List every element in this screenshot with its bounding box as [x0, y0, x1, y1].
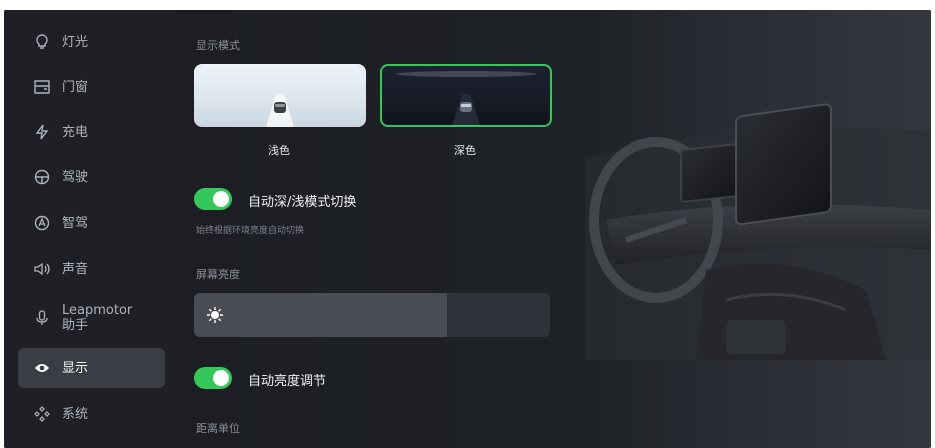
settings-window: 灯光 门窗 充电 驾驶 智驾 声音 Leapmotor 助手 显示 系统 显示模…: [4, 10, 931, 448]
toggle-knob: [213, 370, 229, 386]
sidebar-item-label: 系统: [62, 406, 89, 422]
display-settings-panel: 显示模式 浅色 深色 自动深/浅模式切换 始终根据环境亮度自动切换 屏幕亮度 自…: [176, 10, 931, 448]
brightness-slider[interactable]: [194, 293, 550, 337]
sidebar-item-label: 灯光: [62, 34, 89, 50]
sidebar-item-charging[interactable]: 充电: [18, 112, 165, 152]
display-mode-title: 显示模式: [196, 39, 240, 52]
system-icon: [32, 404, 52, 424]
sidebar-item-label: Leapmotor 助手: [62, 303, 132, 333]
dark-mode-card[interactable]: [380, 64, 552, 127]
dark-mode-preview: [396, 71, 536, 125]
sidebar-item-display[interactable]: 显示: [18, 348, 165, 388]
auto-mode-label: 自动深/浅模式切换: [248, 195, 357, 210]
lightning-icon: [32, 122, 52, 142]
brightness-slider-fill: [194, 293, 447, 337]
dark-mode-label: 深色: [454, 144, 476, 157]
light-mode-preview: [266, 94, 294, 127]
sidebar-item-label: 充电: [62, 124, 89, 140]
sidebar-item-smart-drive[interactable]: 智驾: [18, 203, 165, 243]
speaker-icon: [32, 259, 52, 279]
sidebar-item-driving[interactable]: 驾驶: [18, 157, 165, 197]
sidebar-item-label: 声音: [62, 261, 89, 277]
sidebar-item-sound[interactable]: 声音: [18, 249, 165, 289]
light-mode-card[interactable]: [194, 64, 366, 127]
sidebar-item-assistant[interactable]: Leapmotor 助手: [18, 296, 165, 340]
auto-brightness-label: 自动亮度调节: [248, 374, 327, 389]
sidebar-item-label: 驾驶: [62, 169, 89, 185]
brightness-icon: [207, 307, 223, 323]
smart-drive-icon: [32, 213, 52, 233]
sidebar-item-label-line2: 助手: [62, 318, 89, 333]
brightness-title: 屏幕亮度: [196, 268, 240, 281]
sidebar-item-label: 智驾: [62, 215, 89, 231]
sidebar-item-doors[interactable]: 门窗: [18, 67, 165, 107]
sidebar-item-system[interactable]: 系统: [18, 394, 165, 434]
eye-icon: [32, 358, 52, 378]
sidebar-item-label-line1: Leapmotor: [62, 303, 133, 318]
light-mode-label: 浅色: [268, 144, 290, 157]
sidebar-item-label: 显示: [62, 360, 89, 376]
distance-unit-title: 距离单位: [196, 422, 240, 435]
auto-brightness-toggle[interactable]: [194, 367, 232, 389]
sidebar: 灯光 门窗 充电 驾驶 智驾 声音 Leapmotor 助手 显示 系统: [4, 10, 176, 448]
sidebar-item-lights[interactable]: 灯光: [18, 22, 165, 62]
auto-mode-toggle[interactable]: [194, 188, 232, 210]
car-interior-illustration: [586, 103, 931, 360]
sidebar-item-label: 门窗: [62, 79, 89, 95]
steering-wheel-icon: [32, 167, 52, 187]
door-icon: [32, 77, 52, 97]
auto-mode-hint: 始终根据环境亮度自动切换: [196, 226, 305, 236]
microphone-icon: [32, 308, 52, 328]
lightbulb-icon: [32, 32, 52, 52]
toggle-knob: [213, 191, 229, 207]
